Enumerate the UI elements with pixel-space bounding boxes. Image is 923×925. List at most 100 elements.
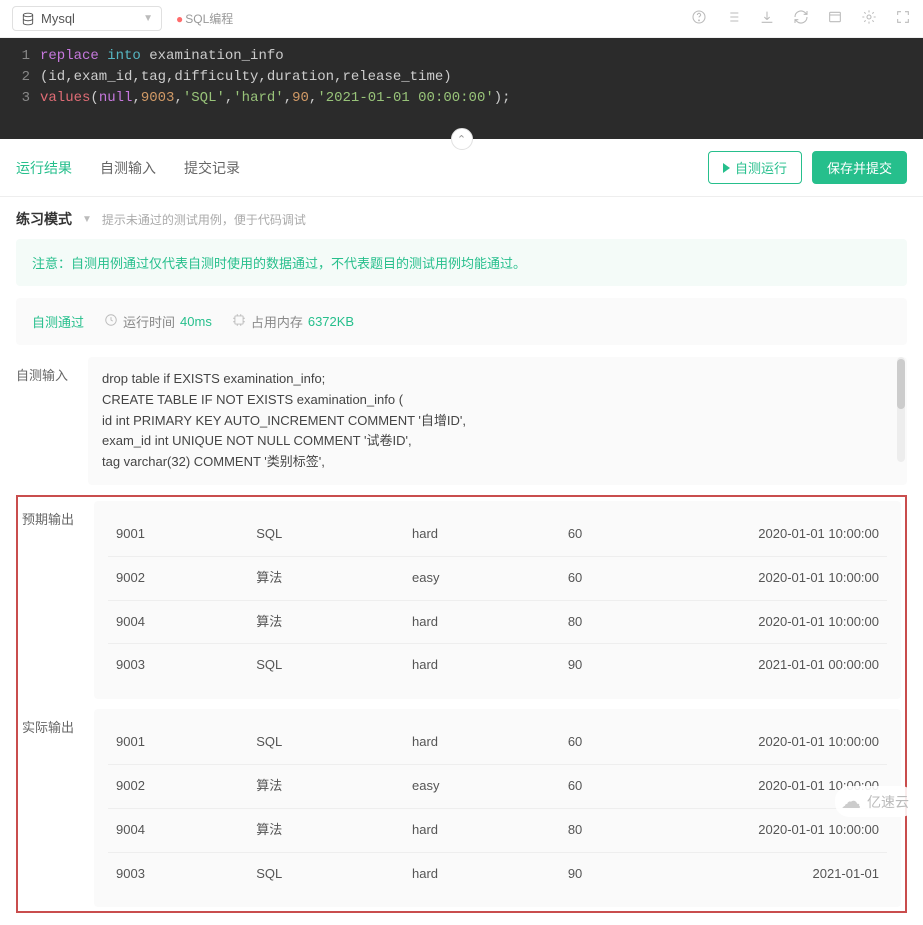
expected-body: 9001SQLhard602020-01-01 10:00:009002算法ea…	[94, 501, 901, 699]
table-row: 9001SQLhard602020-01-01 10:00:00	[108, 721, 887, 764]
tab-result[interactable]: 运行结果	[16, 158, 72, 178]
input-body[interactable]: drop table if EXISTS examination_info;CR…	[88, 357, 907, 485]
table-cell: 9004	[108, 808, 248, 852]
table-cell: 9002	[108, 764, 248, 808]
table-cell: 2021-01-01 00:00:00	[692, 644, 887, 687]
expected-output-section: 预期输出 9001SQLhard602020-01-01 10:00:00900…	[22, 501, 901, 699]
mode-bar: 练习模式 ▼ 提示未通过的测试用例，便于代码调试	[16, 209, 907, 229]
table-cell: easy	[404, 764, 560, 808]
table-cell: 2020-01-01 10:00:00	[692, 721, 887, 764]
time-label: 运行时间	[123, 312, 175, 331]
tab-history[interactable]: 提交记录	[184, 158, 240, 178]
help-icon[interactable]	[691, 9, 707, 28]
table-cell: 9002	[108, 556, 248, 600]
table-cell: hard	[404, 644, 560, 687]
chevron-down-icon: ▼	[143, 13, 153, 24]
table-row: 9001SQLhard602020-01-01 10:00:00	[108, 513, 887, 556]
time-value: 40ms	[180, 314, 212, 329]
table-cell: 90	[560, 852, 692, 895]
table-cell: SQL	[248, 852, 404, 895]
expected-label: 预期输出	[22, 501, 80, 699]
actual-output-section: 实际输出 9001SQLhard602020-01-01 10:00:00900…	[22, 709, 901, 907]
mode-hint: 提示未通过的测试用例，便于代码调试	[102, 211, 306, 228]
mem-value: 6372KB	[308, 314, 354, 329]
refresh-icon[interactable]	[793, 9, 809, 28]
input-line: tag varchar(32) COMMENT '类别标签',	[102, 452, 893, 473]
input-line: drop table if EXISTS examination_info;	[102, 369, 893, 390]
table-cell: 9001	[108, 513, 248, 556]
settings-icon[interactable]	[861, 9, 877, 28]
cloud-icon: ☁	[841, 789, 861, 814]
tab-input[interactable]: 自测输入	[100, 158, 156, 178]
table-row: 9003SQLhard902021-01-01	[108, 852, 887, 895]
collapse-editor-icon[interactable]: ⌃	[451, 128, 473, 150]
memory-icon	[232, 313, 246, 330]
input-label: 自测输入	[16, 357, 74, 485]
table-cell: hard	[404, 600, 560, 644]
table-cell: 80	[560, 808, 692, 852]
outputs-highlight: 预期输出 9001SQLhard602020-01-01 10:00:00900…	[16, 495, 907, 913]
sql-tag: ●SQL编程	[176, 10, 233, 27]
table-cell: 9004	[108, 600, 248, 644]
table-cell: 算法	[248, 764, 404, 808]
input-line: exam_id int UNIQUE NOT NULL COMMENT '试卷I…	[102, 431, 893, 452]
table-cell: hard	[404, 852, 560, 895]
table-cell: easy	[404, 556, 560, 600]
mode-label: 练习模式	[16, 209, 72, 229]
watermark: ☁ 亿速云	[835, 786, 915, 817]
status-bar: 自测通过 运行时间 40ms 占用内存 6372KB	[16, 298, 907, 345]
table-cell: SQL	[248, 513, 404, 556]
actual-table: 9001SQLhard602020-01-01 10:00:009002算法ea…	[108, 721, 887, 895]
input-line: id int PRIMARY KEY AUTO_INCREMENT COMMEN…	[102, 411, 893, 432]
save-submit-button[interactable]: 保存并提交	[812, 151, 907, 184]
mem-label: 占用内存	[251, 312, 303, 331]
scrollbar-thumb[interactable]	[897, 359, 905, 409]
table-cell: 90	[560, 644, 692, 687]
clock-icon	[104, 313, 118, 330]
table-row: 9004算法hard802020-01-01 10:00:00	[108, 808, 887, 852]
self-test-button[interactable]: 自测运行	[708, 151, 802, 184]
actual-body: 9001SQLhard602020-01-01 10:00:009002算法ea…	[94, 709, 901, 907]
table-cell: 60	[560, 556, 692, 600]
table-cell: SQL	[248, 644, 404, 687]
db-label: Mysql	[41, 11, 75, 26]
table-cell: 9003	[108, 644, 248, 687]
table-cell: 算法	[248, 556, 404, 600]
table-cell: hard	[404, 808, 560, 852]
play-icon	[723, 163, 730, 173]
code-editor[interactable]: 1replace into examination_info2(id,exam_…	[0, 38, 923, 139]
toolbar-icons	[691, 9, 911, 28]
expected-table: 9001SQLhard602020-01-01 10:00:009002算法ea…	[108, 513, 887, 687]
table-cell: 80	[560, 600, 692, 644]
table-cell: SQL	[248, 721, 404, 764]
table-cell: 60	[560, 513, 692, 556]
table-cell: 2020-01-01 10:00:00	[692, 513, 887, 556]
self-test-input-section: 自测输入 drop table if EXISTS examination_in…	[16, 357, 907, 485]
table-row: 9002算法easy602020-01-01 10:00:00	[108, 556, 887, 600]
format-icon[interactable]	[827, 9, 843, 28]
fullscreen-icon[interactable]	[895, 9, 911, 28]
chevron-down-icon[interactable]: ▼	[82, 214, 92, 225]
input-line: CREATE TABLE IF NOT EXISTS examination_i…	[102, 390, 893, 411]
table-cell: 60	[560, 721, 692, 764]
status-pass: 自测通过	[32, 312, 84, 331]
result-tabs: 运行结果 自测输入 提交记录	[16, 158, 240, 178]
top-toolbar: Mysql ▼ ●SQL编程	[0, 0, 923, 38]
table-row: 9004算法hard802020-01-01 10:00:00	[108, 600, 887, 644]
table-cell: 9003	[108, 852, 248, 895]
table-cell: 2020-01-01 10:00:00	[692, 600, 887, 644]
table-cell: 2020-01-01 10:00:00	[692, 556, 887, 600]
table-cell: 60	[560, 764, 692, 808]
actual-label: 实际输出	[22, 709, 80, 907]
table-row: 9002算法easy602020-01-01 10:00:00	[108, 764, 887, 808]
table-cell: 2021-01-01	[692, 852, 887, 895]
db-selector[interactable]: Mysql ▼	[12, 6, 162, 31]
table-cell: hard	[404, 721, 560, 764]
table-cell: 算法	[248, 600, 404, 644]
table-row: 9003SQLhard902021-01-01 00:00:00	[108, 644, 887, 687]
download-icon[interactable]	[759, 9, 775, 28]
notice-banner: 注意：自测用例通过仅代表自测时使用的数据通过，不代表题目的测试用例均能通过。	[16, 239, 907, 286]
table-cell: 9001	[108, 721, 248, 764]
table-cell: 算法	[248, 808, 404, 852]
list-icon[interactable]	[725, 9, 741, 28]
